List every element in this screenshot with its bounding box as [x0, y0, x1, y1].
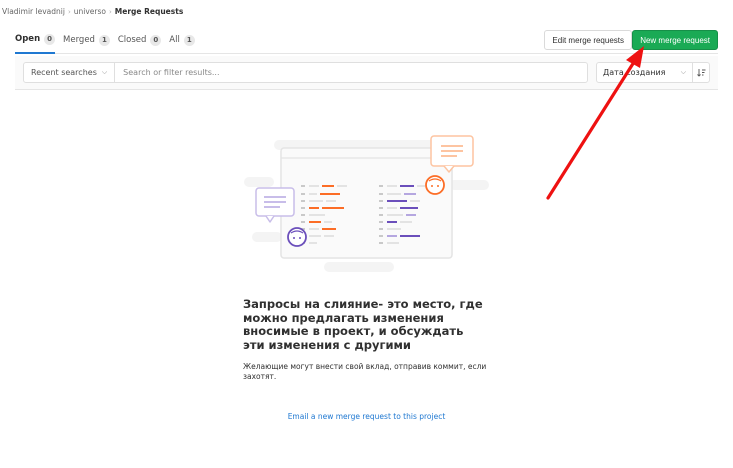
chevron-down-icon: ⌵ — [101, 68, 108, 76]
merge-request-tabs: Open 0 Merged 1 Closed 0 All 1 — [15, 26, 195, 54]
breadcrumb-project[interactable]: universo — [74, 7, 106, 16]
sort-lowest-icon — [696, 69, 705, 77]
filter-bar: Recent searches ⌵ Дата создания ⌵ — [15, 56, 718, 90]
sort-dropdown[interactable]: Дата создания ⌵ — [596, 62, 693, 83]
purple-face-icon — [287, 227, 307, 247]
tab-closed[interactable]: Closed 0 — [117, 26, 162, 54]
tab-open-count-badge: 0 — [44, 33, 56, 45]
merge-requests-empty-illustration — [244, 135, 489, 272]
tab-closed-count-badge: 0 — [150, 34, 162, 46]
filter-box: Recent searches ⌵ — [23, 62, 588, 83]
breadcrumb-separator-icon: › — [108, 7, 112, 16]
orange-face-icon — [425, 175, 445, 195]
tab-merged-count-badge: 1 — [98, 34, 110, 46]
tab-merged[interactable]: Merged 1 — [63, 26, 110, 54]
tab-open[interactable]: Open 0 — [15, 26, 56, 54]
tab-closed-label: Closed — [117, 35, 147, 45]
breadcrumb-separator-icon: › — [67, 7, 71, 16]
tab-all-label: All — [169, 35, 180, 45]
sort-label: Дата создания — [603, 68, 666, 77]
tab-open-label: Open — [15, 34, 41, 44]
tabs-row: Open 0 Merged 1 Closed 0 All 1 Edit merg… — [15, 26, 718, 54]
edit-merge-requests-button[interactable]: Edit merge requests — [544, 30, 632, 50]
orange-chat-bubble-icon — [430, 135, 474, 173]
tab-all-count-badge: 1 — [183, 34, 195, 46]
email-new-merge-request-link[interactable]: Email a new merge request to this projec… — [0, 412, 733, 421]
chevron-down-icon: ⌵ — [680, 68, 686, 76]
breadcrumb: Vladimir levadnij › universo › Merge Req… — [2, 7, 183, 16]
recent-searches-dropdown[interactable]: Recent searches ⌵ — [24, 63, 116, 82]
new-merge-request-button[interactable]: New merge request — [632, 30, 718, 50]
illustration-window — [280, 147, 453, 259]
breadcrumb-current[interactable]: Merge Requests — [115, 7, 184, 16]
empty-state-description: Желающие могут внести свой вклад, отправ… — [243, 362, 487, 381]
tab-all[interactable]: All 1 — [169, 26, 195, 54]
empty-state-title: Запросы на слияние- это место, где можно… — [243, 297, 483, 352]
search-input[interactable] — [115, 63, 587, 82]
sort-direction-button[interactable] — [692, 62, 710, 83]
tab-merged-label: Merged — [63, 35, 95, 45]
breadcrumb-user[interactable]: Vladimir levadnij — [2, 7, 65, 16]
recent-searches-label: Recent searches — [31, 68, 97, 77]
